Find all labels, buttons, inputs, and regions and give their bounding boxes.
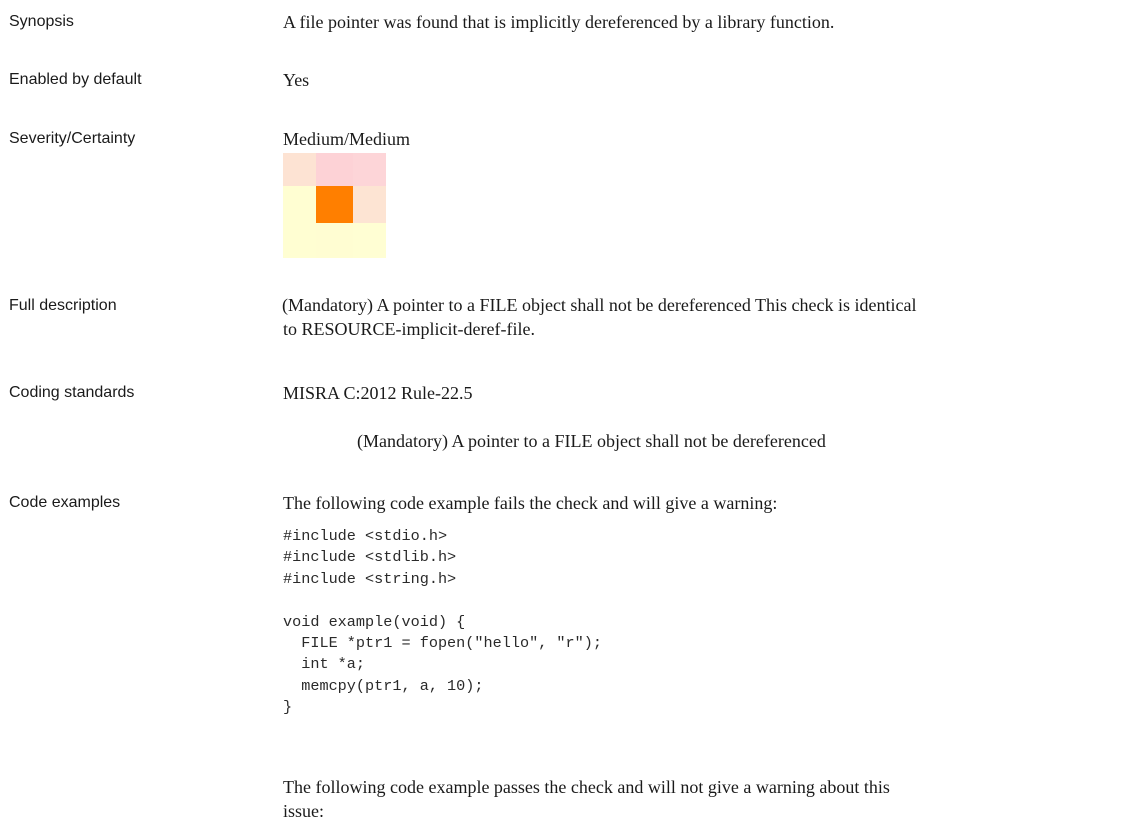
pass-example-intro-line-1: The following code example passes the ch… xyxy=(283,777,890,797)
matrix-cell xyxy=(283,153,316,186)
full-description-line-1: (Mandatory) A pointer to a FILE object s… xyxy=(282,295,917,315)
fail-example-intro: The following code example fails the che… xyxy=(283,493,778,513)
severity-certainty-label: Severity/Certainty xyxy=(9,130,136,147)
full-description-label: Full description xyxy=(9,297,117,314)
code-line: #include <string.h> xyxy=(283,569,457,588)
code-line: #include <stdlib.h> xyxy=(283,548,457,567)
matrix-cell xyxy=(283,223,316,258)
matrix-cell xyxy=(316,153,353,186)
code-line: #include <stdio.h> xyxy=(283,527,448,545)
code-examples-label: Code examples xyxy=(9,494,121,511)
check-description-page: Synopsis A file pointer was found that i… xyxy=(0,0,1126,833)
matrix-cell xyxy=(353,153,386,186)
coding-standard-rule-text: (Mandatory) A pointer to a FILE object s… xyxy=(357,431,826,451)
pass-example-intro-line-2: issue: xyxy=(283,801,325,821)
enabled-by-default-label: Enabled by default xyxy=(9,71,142,88)
matrix-cell xyxy=(353,186,386,223)
code-line: int *a; xyxy=(283,655,366,674)
code-line: } xyxy=(283,698,293,717)
code-line: memcpy(ptr1, a, 10); xyxy=(283,676,484,695)
enabled-by-default-value: Yes xyxy=(283,70,310,90)
matrix-cell xyxy=(353,223,386,258)
coding-standards-label: Coding standards xyxy=(9,384,135,401)
synopsis-label: Synopsis xyxy=(9,13,74,30)
full-description-line-2: to RESOURCE-implicit-deref-file. xyxy=(283,319,535,339)
code-line: FILE *ptr1 = fopen("hello", "r"); xyxy=(283,633,602,652)
severity-certainty-value: Medium/Medium xyxy=(283,129,410,149)
coding-standard-name: MISRA C:2012 Rule-22.5 xyxy=(283,383,473,403)
synopsis-text: A file pointer was found that is implici… xyxy=(283,12,835,32)
matrix-cell xyxy=(316,186,353,223)
fail-code-block: #include <stdio.h> #include <stdlib.h> #in… xyxy=(283,526,602,719)
matrix-cell xyxy=(316,223,353,258)
code-line: void example(void) { xyxy=(283,612,466,631)
matrix-cell xyxy=(283,186,316,223)
severity-certainty-matrix xyxy=(283,153,386,258)
